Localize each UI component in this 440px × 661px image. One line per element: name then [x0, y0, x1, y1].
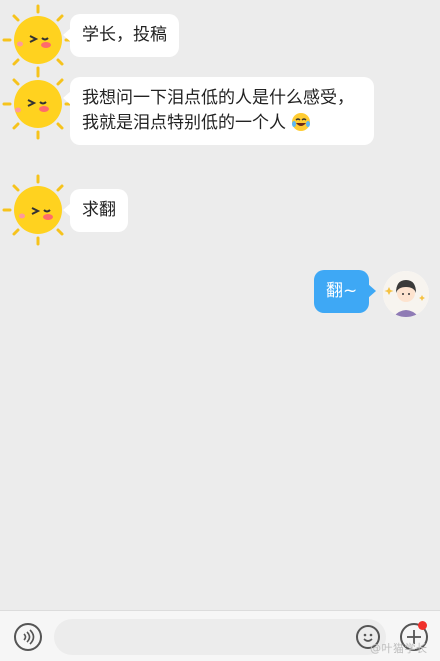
watermark: @叶猫学长 — [370, 642, 428, 655]
message-text: 我想问一下泪点低的人是什么感受，我就是泪点特别低的一个人 — [82, 88, 354, 133]
notification-dot — [418, 621, 427, 630]
cartoon-person-icon[interactable] — [383, 271, 429, 317]
crying-laughing-emoji-icon — [291, 112, 311, 132]
message-bubble[interactable]: 学长，投稿 — [63, 14, 179, 57]
voice-icon[interactable] — [14, 623, 42, 651]
message-text: 翻~ — [326, 281, 358, 301]
message-bubble[interactable]: 我想问一下泪点低的人是什么感受，我就是泪点特别低的一个人 — [63, 77, 374, 145]
message-text: 求翻 — [82, 200, 116, 220]
my-message-bubble[interactable]: 翻~ — [314, 270, 377, 313]
message-text: 学长，投稿 — [82, 25, 167, 45]
message-input[interactable] — [54, 619, 386, 655]
message-bubble[interactable]: 求翻 — [63, 189, 128, 232]
chat-area[interactable]: 学长，投稿 我想问一下泪点低的人是什么感受，我就是泪点特别低的一个人 求翻 翻~ — [0, 0, 440, 610]
